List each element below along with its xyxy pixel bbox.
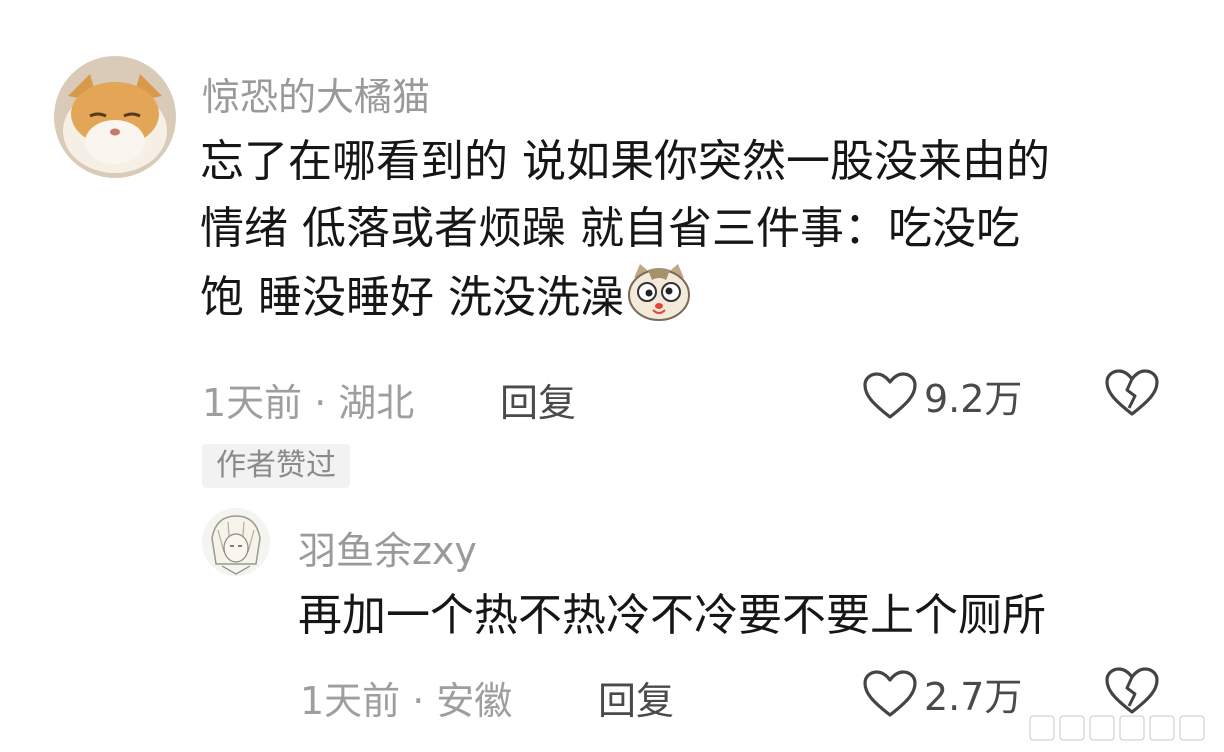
commenter-username[interactable]: 惊恐的大橘猫 — [202, 66, 430, 121]
weibo-watermark — [1026, 708, 1216, 748]
reply-time: 1天前 — [300, 679, 401, 723]
comment-text: 忘了在哪看到的 说如果你突然一股没来由的 情绪 低落或者烦躁 就自省三件事：吃没… — [200, 128, 1050, 341]
comment-text-line3: 饱 睡没睡好 洗没洗澡 — [200, 262, 1050, 341]
comment-location: 湖北 — [338, 381, 415, 425]
comment-text-line1: 忘了在哪看到的 说如果你突然一股没来由的 — [200, 136, 1050, 187]
reply-text: 再加一个热不热冷不冷要不要上个厕所 — [298, 590, 1046, 641]
comment-like-button[interactable]: 9.2万 — [862, 368, 1022, 423]
meta-separator: · — [412, 679, 425, 723]
reply-avatar[interactable] — [202, 508, 270, 576]
reply-meta: 1天前 · 安徽 — [300, 670, 512, 725]
reply-username[interactable]: 羽鱼余zxy — [298, 520, 477, 575]
cat-face-emoji — [626, 262, 692, 341]
reply-like-button[interactable]: 2.7万 — [862, 666, 1022, 721]
comment-text-line2: 情绪 低落或者烦躁 就自省三件事：吃没吃 — [200, 203, 1020, 254]
heart-outline-icon — [863, 669, 917, 717]
commenter-avatar[interactable] — [54, 56, 176, 178]
comment-reply-button[interactable]: 回复 — [500, 372, 576, 427]
broken-heart-icon — [1105, 369, 1159, 416]
comment-time: 1天前 — [202, 381, 303, 425]
heart-outline-icon — [863, 371, 917, 419]
anime-avatar-image — [202, 508, 270, 576]
cat-avatar-image — [54, 56, 176, 178]
reply-like-count: 2.7万 — [924, 675, 1023, 719]
comment-like-count: 9.2万 — [924, 377, 1023, 421]
meta-separator: · — [314, 381, 327, 425]
comment-dislike-button[interactable] — [1104, 368, 1160, 422]
reply-reply-button[interactable]: 回复 — [598, 670, 674, 725]
comment-meta: 1天前 · 湖北 — [202, 372, 414, 427]
reply-location: 安徽 — [436, 679, 513, 723]
author-liked-badge: 作者赞过 — [202, 444, 350, 488]
